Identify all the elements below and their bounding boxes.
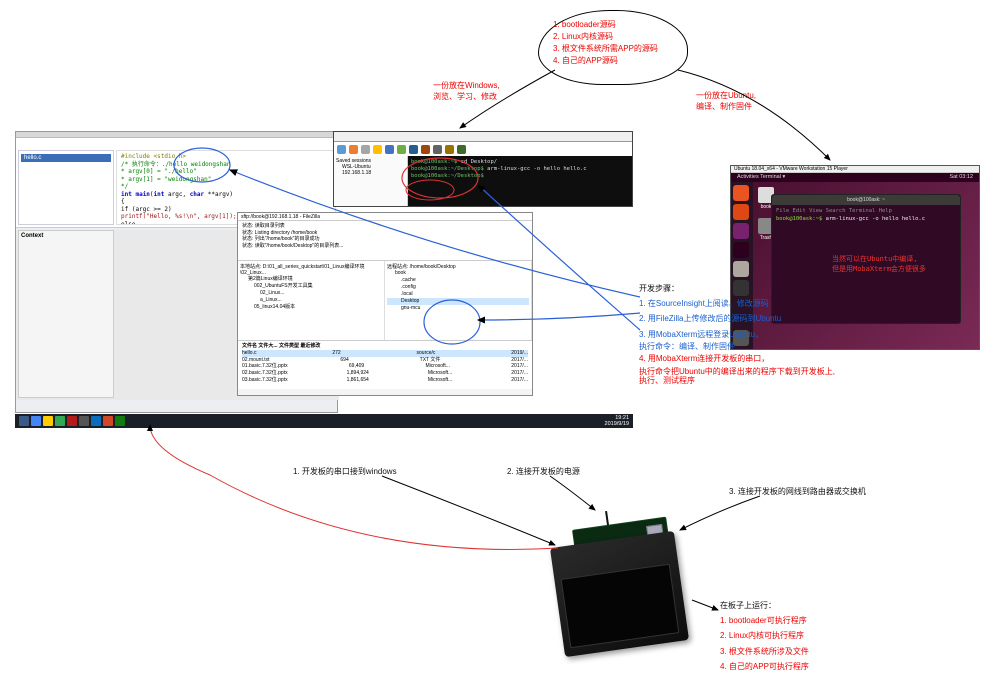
amazon-icon[interactable] [733,261,749,277]
browser-icon[interactable] [31,416,41,426]
steps-title: 开发步骤： [639,281,835,296]
packages-icon[interactable] [433,145,442,154]
mobaxterm-window[interactable]: Saved sessions WSL-Ubuntu 192.168.1.18 b… [333,131,633,207]
gnome-term-body[interactable]: File Edit View Search Terminal Help book… [772,205,960,226]
filezilla-icon[interactable] [67,416,77,426]
run-4: 4. 自己的APP可执行程序 [720,659,809,674]
step-4a: 4. 用MobaXterm连接开发板的串口， [639,351,835,366]
step-4c: 执行、测试程序 [639,376,835,386]
list-item[interactable]: 03.basic.7.32位.pptx1,861,654Microsoft...… [242,377,528,384]
run-on-board: 在板子上运行： 1. bootloader可执行程序 2. Linux内核可执行… [720,598,809,674]
session-icon[interactable] [337,145,346,154]
moba-titlebar [334,132,632,142]
start-icon[interactable] [19,416,29,426]
fz-titlebar: sftp://book@192.168.1.18 - FileZilla [238,213,532,221]
windows-taskbar[interactable]: 19:21 2019/9/19 [15,414,633,428]
hw-serial-label: 1. 开发板的串口接到windows [293,466,397,477]
fz-local-pane[interactable]: 本地站点: D:\01_all_series_quickstart\01_Lin… [238,261,385,340]
source-cloud: 1. bootloader源码 2. Linux内核源码 3. 根文件系统所需A… [538,10,688,85]
help-icon[interactable] [457,145,466,154]
vmware-titlebar: Ubuntu 18.04_x64 - VMware Workstation 15… [731,166,979,173]
gnome-term-title: book@100ask: ~ [772,195,960,205]
settings-icon[interactable] [445,145,454,154]
servers-icon[interactable] [349,145,358,154]
mobaxterm-icon[interactable] [79,416,89,426]
tunnel-icon[interactable] [421,145,430,154]
help-icon[interactable] [733,242,749,258]
windows-copy-label: 一份放在Windows, 浏览、学习、修改 [433,80,500,102]
filezilla-window[interactable]: sftp://book@192.168.1.18 - FileZilla 状态:… [237,212,533,396]
dev-board [547,509,692,659]
step-2: 2. 用FileZilla上传修改后的源码到Ubuntu [639,311,835,326]
moba-toolbar[interactable] [334,142,632,156]
step-3a: 3. 用MobaXterm远程登录Ubuntu， [639,327,835,342]
word-icon[interactable] [91,416,101,426]
dev-steps: 开发步骤： 1. 在SourceInsight上阅读、修改源码 2. 用File… [639,281,835,386]
list-item[interactable]: 01.basic.7.32位.pptx69,409Microsoft...201… [242,363,528,370]
cloud-line-3: 3. 根文件系统所需APP的源码 [553,43,673,55]
software-icon[interactable] [733,223,749,239]
list-item[interactable]: 02.basic.7.32位.pptx1,894,924Microsoft...… [242,370,528,377]
fz-log-panel[interactable]: 状态: 读取目录列表 状态: Listing directory /home/b… [238,221,532,261]
si-project-panel[interactable]: hello.c [18,150,114,225]
excel-icon[interactable] [115,416,125,426]
moba-terminal[interactable]: book@100ask:~$ cd Desktop/ book@100ask:~… [408,156,632,206]
step-3b: 执行命令：编译、制作固件 [639,342,835,352]
list-item[interactable]: hello.c272source/c2019/... [242,350,528,357]
moba-session-panel[interactable]: Saved sessions WSL-Ubuntu 192.168.1.18 [334,156,408,206]
firefox-icon[interactable] [733,204,749,220]
wechat-icon[interactable] [55,416,65,426]
files-icon[interactable] [733,185,749,201]
run-title: 在板子上运行： [720,598,809,613]
ubuntu-copy-label: 一份放在Ubuntu, 编译、制作固件 [696,90,756,112]
run-3: 3. 根文件系统所涉及文件 [720,644,809,659]
view-icon[interactable] [385,145,394,154]
gnome-topbar[interactable]: Activities Terminal ▾ Sat 03:12 [731,173,979,182]
multiexec-icon[interactable] [409,145,418,154]
run-2: 2. Linux内核可执行程序 [720,628,809,643]
fz-remote-pane[interactable]: 远程站点: /home/book/Desktop book .cache .co… [385,261,532,340]
ubuntu-annotation: 当然可以在Ubuntu中编译, 但是用MobaXterm会方便很多 [832,255,926,275]
fz-file-list[interactable]: 文件名 文件大... 文件类型 最近修改 hello.c272source/c2… [238,341,532,389]
cloud-line-4: 4. 自己的APP源码 [553,55,673,67]
ppt-icon[interactable] [103,416,113,426]
cloud-line-2: 2. Linux内核源码 [553,31,673,43]
tools-icon[interactable] [361,145,370,154]
hw-power-label: 2. 连接开发板的电源 [507,466,580,477]
cloud-line-1: 1. bootloader源码 [553,19,673,31]
hw-ethernet-label: 3. 连接开发板的网线到路由器或交换机 [729,486,866,497]
taskbar-clock[interactable]: 19:21 2019/9/19 [605,415,629,427]
si-context-panel[interactable]: Context [18,230,114,398]
step-1: 1. 在SourceInsight上阅读、修改源码 [639,296,835,311]
si-open-file[interactable]: hello.c [21,154,111,162]
step-4b: 执行命令把Ubuntu中的编译出来的程序下载到开发板上, [639,367,835,377]
split-icon[interactable] [397,145,406,154]
folder-icon[interactable] [43,416,53,426]
games-icon[interactable] [373,145,382,154]
run-1: 1. bootloader可执行程序 [720,613,809,628]
